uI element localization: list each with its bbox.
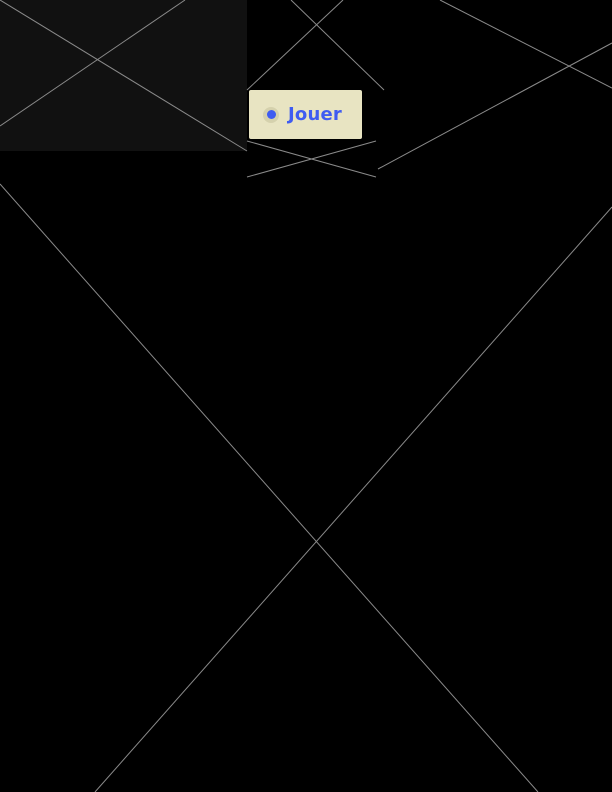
play-button-label: Jouer — [288, 104, 342, 125]
right-diagonal-b — [377, 42, 612, 170]
radio-selected-icon — [263, 106, 279, 123]
large-diagonal-a — [0, 183, 539, 792]
radio-dot — [266, 110, 276, 119]
right-diagonal-a — [439, 0, 612, 89]
top-diagonal-a — [290, 0, 385, 91]
large-diagonal-b — [94, 206, 612, 792]
top-diagonal-b — [246, 0, 344, 91]
play-button[interactable]: Jouer — [249, 90, 362, 139]
